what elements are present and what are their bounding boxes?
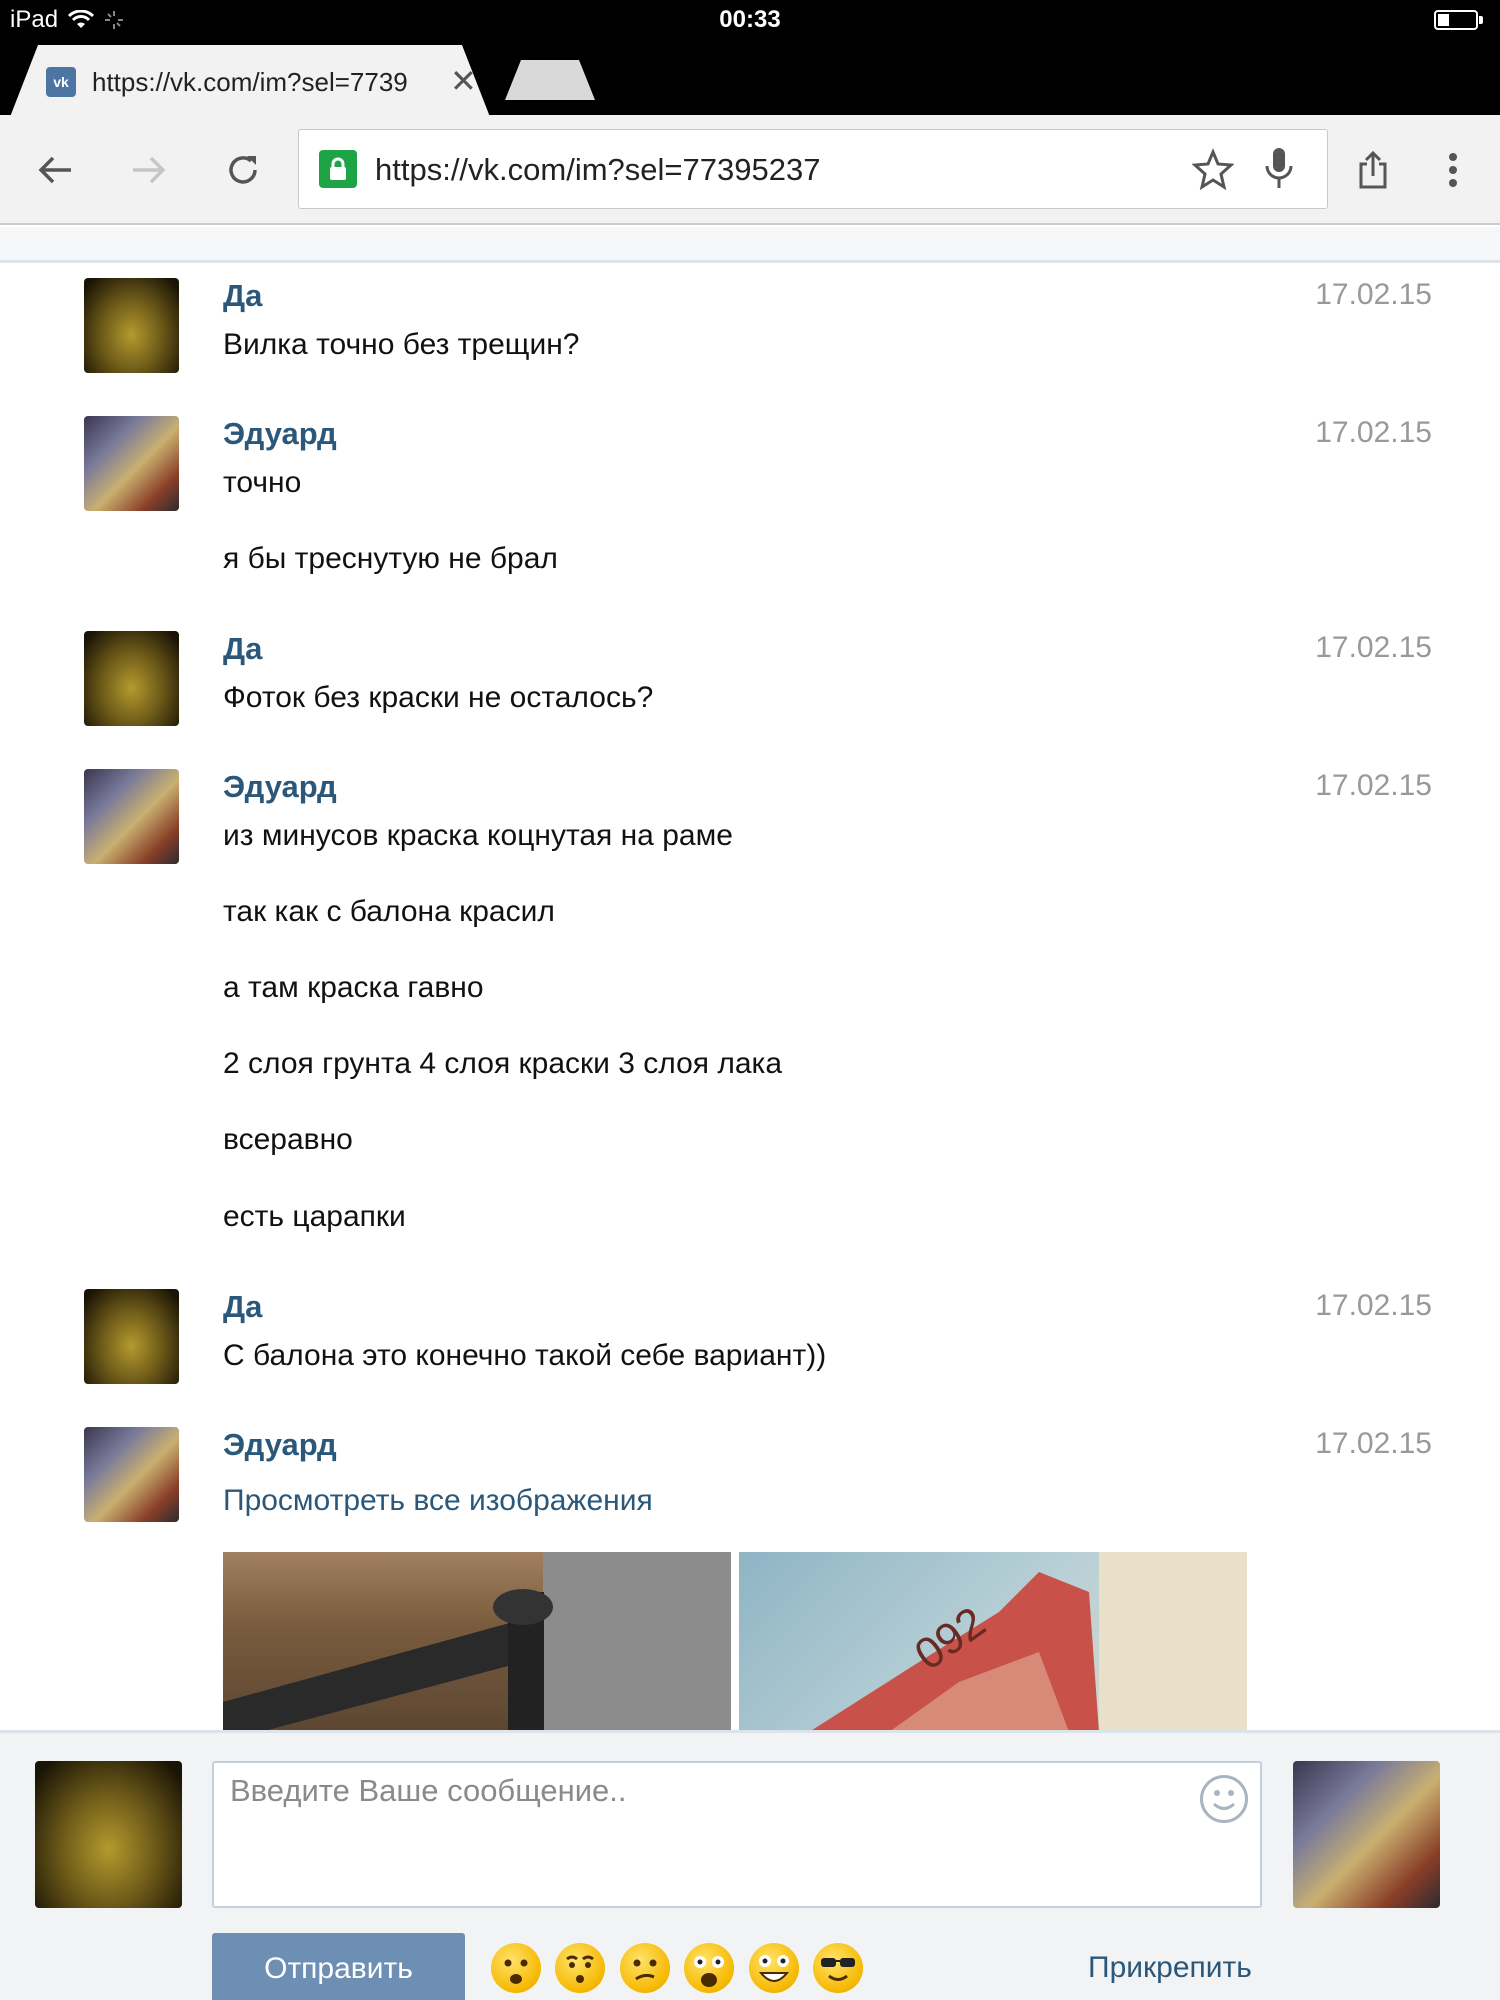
photo-thumbnail[interactable]: 092 <box>739 1552 1247 1730</box>
hushed-emoji-icon[interactable] <box>555 1943 605 1993</box>
url-text: https://vk.com/im?sel=77395237 <box>375 152 821 187</box>
smile-icon[interactable] <box>1200 1775 1248 1823</box>
mic-icon[interactable] <box>1264 146 1294 195</box>
message-input[interactable]: Введите Ваше сообщение.. <box>212 1761 1262 1908</box>
star-icon[interactable] <box>1191 148 1235 195</box>
frowning-emoji-icon[interactable] <box>491 1943 541 1993</box>
stamped-part-photo: 092 <box>812 1552 1247 1730</box>
photo-thumbnail[interactable] <box>223 1552 731 1730</box>
message-text: Вилка точно без трещин? <box>223 328 580 361</box>
avatar[interactable] <box>84 416 179 511</box>
share-icon[interactable] <box>1348 145 1398 195</box>
send-button[interactable]: Отправить <box>212 1933 465 2000</box>
message-text: точно <box>223 466 302 499</box>
message-date: 17.02.15 <box>1315 769 1432 802</box>
battery-icon <box>1434 10 1483 30</box>
tab-title: https://vk.com/im?sel=7739 <box>92 67 408 97</box>
message-author[interactable]: Да <box>223 1289 262 1325</box>
lock-icon <box>319 150 357 188</box>
message-date: 17.02.15 <box>1315 416 1432 449</box>
bike-frame-photo <box>223 1552 731 1730</box>
message-text: так как с балона красил <box>223 895 555 928</box>
message-text: я бы треснутую не брал <box>223 542 558 575</box>
recipient-avatar[interactable] <box>1293 1761 1440 1908</box>
avatar[interactable] <box>84 631 179 726</box>
tab-strip: vk https://vk.com/im?sel=7739 ✕ <box>0 40 1500 117</box>
address-bar[interactable]: https://vk.com/im?sel=77395237 <box>298 129 1328 209</box>
vk-icon: vk <box>46 67 76 97</box>
browser-toolbar: https://vk.com/im?sel=77395237 <box>0 115 1500 225</box>
close-icon[interactable]: ✕ <box>450 62 477 100</box>
new-tab-button[interactable] <box>505 60 595 100</box>
screaming-emoji-icon[interactable] <box>684 1943 734 1993</box>
message-text: Фоток без краски не осталось? <box>223 681 654 714</box>
message-text: всеравно <box>223 1123 353 1156</box>
attach-link[interactable]: Прикрепить <box>1088 1951 1252 1985</box>
message-list: Да 17.02.15 Вилка точно без трещин? Эдуа… <box>0 266 1500 1730</box>
grinning-emoji-icon[interactable] <box>749 1943 799 1993</box>
forward-icon[interactable] <box>124 145 174 195</box>
message-text: из минусов краска коцнутая на раме <box>223 819 733 852</box>
back-icon[interactable] <box>30 145 80 195</box>
avatar[interactable] <box>84 278 179 373</box>
reload-icon[interactable] <box>218 145 268 195</box>
message-date: 17.02.15 <box>1315 1289 1432 1322</box>
message-text: есть царапки <box>223 1200 406 1233</box>
message-text: 2 слоя грунта 4 слоя краски 3 слоя лака <box>223 1047 783 1080</box>
sunglasses-emoji-icon[interactable] <box>813 1943 863 1993</box>
message-date: 17.02.15 <box>1315 1427 1432 1460</box>
message-author[interactable]: Эдуард <box>223 416 337 452</box>
message-author[interactable]: Да <box>223 278 262 314</box>
message-placeholder: Введите Ваше сообщение.. <box>230 1773 627 1808</box>
message-text: а там краска гавно <box>223 971 484 1004</box>
clock: 00:33 <box>719 6 781 33</box>
message-author[interactable]: Эдуард <box>223 1427 337 1463</box>
message-date: 17.02.15 <box>1315 278 1432 311</box>
confused-emoji-icon[interactable] <box>620 1943 670 1993</box>
my-avatar[interactable] <box>35 1761 182 1908</box>
page-header-band <box>0 227 1500 263</box>
avatar[interactable] <box>84 769 179 864</box>
browser-tab[interactable]: vk https://vk.com/im?sel=7739 ✕ <box>10 45 490 117</box>
avatar[interactable] <box>84 1289 179 1384</box>
message-author[interactable]: Да <box>223 631 262 667</box>
compose-area: Введите Ваше сообщение.. Отправить Прикр… <box>0 1730 1500 2000</box>
menu-icon[interactable] <box>1428 145 1478 195</box>
message-author[interactable]: Эдуард <box>223 769 337 805</box>
message-text: С балона это конечно такой себе вариант)… <box>223 1339 827 1372</box>
status-bar: iPad 00:33 <box>0 0 1500 40</box>
view-all-images-link[interactable]: Просмотреть все изображения <box>223 1484 653 1518</box>
message-date: 17.02.15 <box>1315 631 1432 664</box>
avatar[interactable] <box>84 1427 179 1522</box>
photo-attachments: 092 <box>223 1552 1253 1730</box>
